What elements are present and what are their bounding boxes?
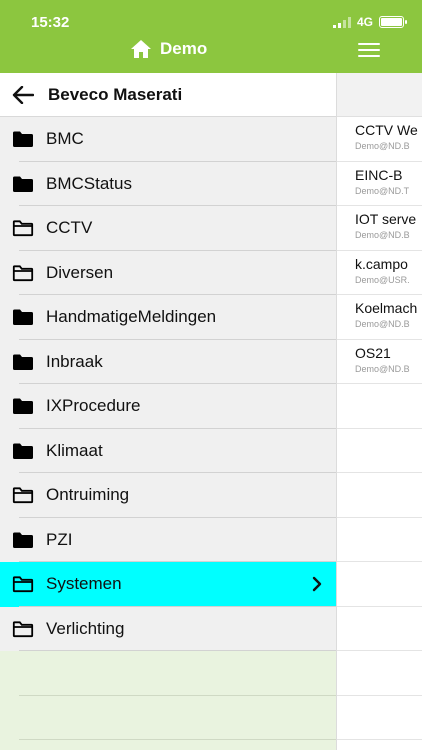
back-arrow-icon[interactable]	[12, 85, 34, 104]
message-sender: Demo@ND.B	[355, 319, 410, 329]
folder-label: BMCStatus	[46, 173, 132, 193]
empty-row	[337, 696, 422, 740]
folder-item-diversen[interactable]: Diversen	[0, 251, 336, 296]
folder-label: Inbraak	[46, 351, 103, 371]
app-header: 15:32 4G Demo	[0, 0, 422, 73]
folder-item-handmatigemeldingen[interactable]: HandmatigeMeldingen	[0, 295, 336, 340]
folder-label: BMC	[46, 129, 84, 149]
empty-row	[337, 607, 422, 651]
empty-row	[337, 518, 422, 562]
message-title: EINC-B	[355, 166, 403, 183]
message-sender: Demo@USR.	[355, 274, 410, 285]
message-sender: Demo@ND.T	[355, 185, 410, 196]
message-sender: Demo@ND.B	[355, 230, 410, 240]
folder-filled-icon	[13, 398, 33, 415]
folder-label: Systemen	[46, 574, 122, 594]
chevron-right-icon	[312, 576, 322, 592]
drawer-title: Beveco Maserati	[48, 84, 183, 104]
message-title: Koelmach	[355, 300, 418, 316]
folder-item-pzi[interactable]: PZI	[0, 518, 336, 563]
message-sender: Demo@ND.B	[355, 141, 410, 151]
message-list-header	[337, 73, 422, 117]
app-title: Demo	[160, 39, 208, 58]
folder-item-cctv[interactable]: CCTV	[0, 206, 336, 251]
network-label: 4G	[356, 15, 373, 29]
message-list-item[interactable]: EINC-B Demo@ND.T	[337, 162, 422, 206]
folder-item-ixprocedure[interactable]: IXProcedure	[0, 384, 336, 429]
folder-label: Ontruiming	[46, 485, 130, 505]
empty-row	[337, 473, 422, 518]
app-title-button[interactable]: Demo	[130, 39, 207, 59]
folder-label: Diversen	[46, 262, 114, 282]
folder-filled-icon	[13, 443, 33, 459]
empty-row	[337, 429, 422, 473]
message-list-item[interactable]: CCTV We Demo@ND.B	[337, 117, 422, 162]
folder-drawer: Beveco Maserati BMC BMCStatus CCTV Diversen…	[0, 73, 336, 750]
message-list-item[interactable]: k.campo Demo@USR.	[337, 251, 422, 295]
message-title: IOT serve	[355, 211, 417, 227]
folder-item-inbraak[interactable]: Inbraak	[0, 340, 336, 385]
folder-outline-icon	[12, 621, 34, 637]
message-list-item[interactable]: OS21 Demo@ND.B	[337, 340, 422, 384]
drawer-header: Beveco Maserati	[0, 73, 336, 117]
message-title: OS21	[355, 344, 391, 361]
folder-label: CCTV	[46, 218, 93, 238]
folder-outline-icon	[12, 576, 34, 593]
folder-item-systemen[interactable]: Systemen	[0, 562, 336, 607]
folder-item-ontruiming[interactable]: Ontruiming	[0, 473, 336, 518]
folder-filled-icon	[13, 532, 33, 548]
folder-item-bmcstatus[interactable]: BMCStatus	[0, 162, 336, 207]
folder-filled-icon	[13, 309, 33, 326]
folder-item-bmc[interactable]: BMC	[0, 117, 336, 162]
message-sender: Demo@ND.B	[355, 363, 410, 374]
folder-outline-icon	[12, 265, 34, 281]
signal-icon	[332, 16, 351, 28]
message-title: CCTV We	[355, 122, 418, 138]
message-list-item[interactable]: Koelmach Demo@ND.B	[337, 295, 422, 340]
folder-outline-icon	[12, 487, 34, 504]
folder-label: PZI	[46, 529, 73, 549]
folder-label: IXProcedure	[46, 396, 141, 416]
home-icon	[131, 40, 151, 58]
battery-icon	[379, 16, 407, 28]
folder-filled-icon	[13, 354, 33, 370]
folder-list: BMC BMCStatus CCTV Diversen HandmatigeMeldin…	[0, 117, 336, 651]
folder-label: HandmatigeMeldingen	[46, 307, 217, 327]
empty-row	[337, 384, 422, 429]
empty-row	[337, 562, 422, 607]
folder-label: Klimaat	[46, 440, 103, 460]
status-indicators: 4G	[332, 15, 407, 29]
folder-filled-icon	[13, 176, 33, 192]
empty-row	[337, 651, 422, 696]
folder-filled-icon	[13, 131, 33, 148]
folder-label: Verlichting	[46, 618, 125, 638]
empty-row	[0, 696, 336, 741]
folder-item-klimaat[interactable]: Klimaat	[0, 429, 336, 474]
message-title: k.campo	[355, 255, 408, 272]
status-time: 15:32	[31, 14, 70, 31]
message-list-panel: CCTV We Demo@ND.B EINC-B Demo@ND.T IOT serve…	[336, 73, 422, 750]
folder-item-verlichting[interactable]: Verlichting	[0, 607, 336, 652]
hamburger-menu-icon[interactable]	[358, 43, 380, 57]
empty-row	[0, 651, 336, 696]
message-list-item[interactable]: IOT serve Demo@ND.B	[337, 206, 422, 251]
folder-outline-icon	[12, 220, 34, 237]
